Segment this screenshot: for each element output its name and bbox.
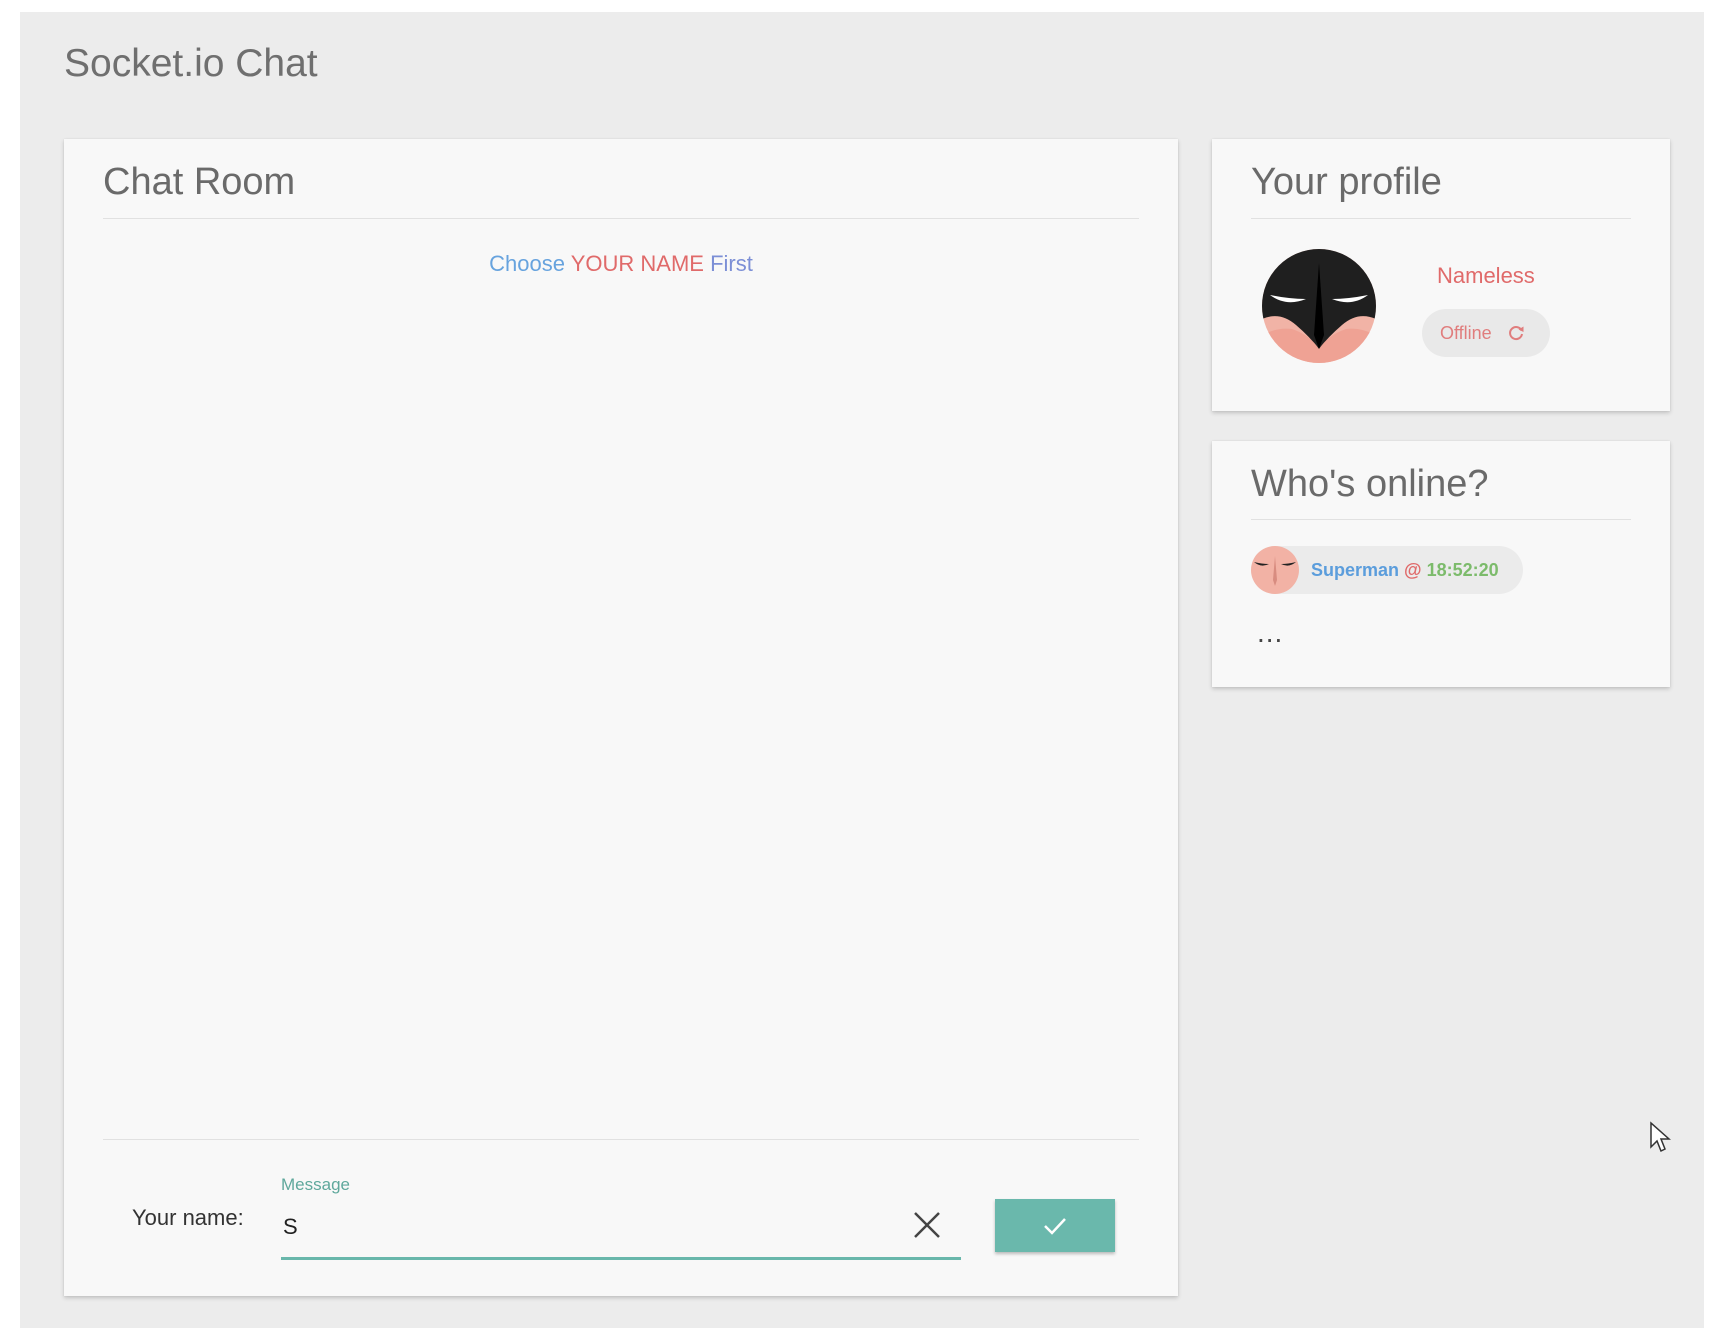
- your-name-label: Your name:: [132, 1205, 244, 1230]
- mouse-pointer-icon: [1650, 1121, 1671, 1153]
- avatar: [1262, 249, 1376, 363]
- online-user-name: Superman: [1311, 559, 1400, 580]
- divider: [1251, 519, 1631, 520]
- divider: [1251, 218, 1631, 219]
- app-window: Socket.io Chat Chat Room Choose YOUR NAM…: [20, 12, 1704, 1328]
- divider: [103, 218, 1139, 219]
- refresh-icon: [1508, 326, 1524, 341]
- message-field-label: Message: [281, 1175, 350, 1194]
- app-title: Socket.io Chat: [64, 42, 318, 85]
- profile-title: Your profile: [1251, 161, 1442, 203]
- close-icon: [914, 1212, 940, 1238]
- status-toggle-button[interactable]: Offline: [1422, 309, 1550, 357]
- message-input[interactable]: [281, 1207, 885, 1247]
- whos-online-card: Who's online? Superman @ 18:52:20 ...: [1212, 441, 1670, 687]
- whos-online-title: Who's online?: [1251, 463, 1489, 505]
- profile-name: Nameless: [1437, 263, 1535, 288]
- profile-card: Your profile Nameless Offline: [1212, 139, 1670, 411]
- more-users-ellipsis: ...: [1257, 617, 1284, 648]
- online-user-at: @: [1404, 559, 1422, 580]
- check-icon: [1044, 1217, 1066, 1235]
- submit-name-button[interactable]: [995, 1199, 1115, 1252]
- online-user-chip[interactable]: Superman @ 18:52:20: [1251, 546, 1523, 594]
- chat-room-card: Chat Room Choose YOUR NAME First Your na…: [64, 139, 1178, 1296]
- clear-input-button[interactable]: [907, 1205, 947, 1245]
- hint-part-first: First: [710, 251, 753, 276]
- message-field[interactable]: [281, 1195, 961, 1260]
- divider: [103, 1139, 1139, 1140]
- status-text: Offline: [1440, 322, 1492, 343]
- online-user-time: 18:52:20: [1426, 559, 1499, 580]
- hint-part-choose: Choose: [489, 251, 565, 276]
- avatar: [1251, 546, 1299, 594]
- choose-name-hint: Choose YOUR NAME First: [64, 251, 1178, 277]
- hint-part-your-name: YOUR NAME: [570, 251, 704, 276]
- chat-room-title: Chat Room: [103, 161, 296, 203]
